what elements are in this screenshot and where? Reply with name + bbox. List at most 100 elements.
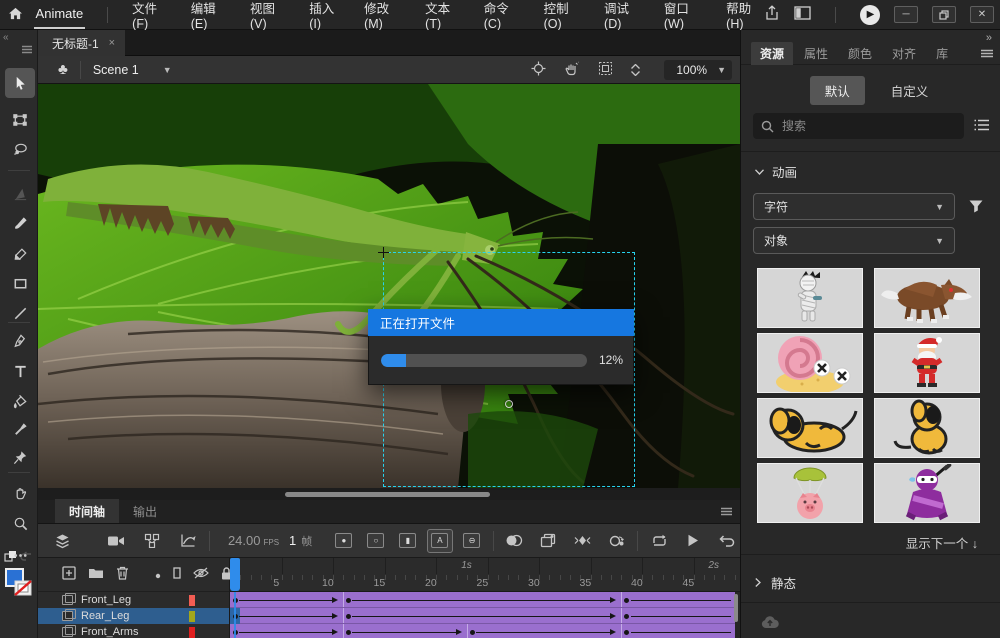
home-icon[interactable] bbox=[0, 7, 32, 23]
menu-item-插入I[interactable]: 插入(I) bbox=[309, 0, 342, 31]
insert-frame-icon[interactable]: ▮ bbox=[395, 529, 421, 553]
assets-panel-menu-icon[interactable] bbox=[981, 47, 993, 61]
toolbar-menu-icon[interactable] bbox=[22, 43, 32, 57]
tween-diamond-icon[interactable] bbox=[569, 529, 595, 553]
default-presets-button[interactable]: 默认 bbox=[810, 76, 865, 105]
panel-tab-资源[interactable]: 资源 bbox=[751, 42, 793, 65]
fluid-brush-tool[interactable] bbox=[9, 182, 31, 204]
line-tool[interactable] bbox=[9, 302, 31, 324]
menu-item-文件F[interactable]: 文件(F) bbox=[132, 0, 169, 31]
menu-item-窗口W[interactable]: 窗口(W) bbox=[664, 0, 704, 31]
upload-cloud-icon[interactable] bbox=[761, 615, 779, 632]
outline-dot-icon[interactable] bbox=[155, 568, 161, 582]
search-input[interactable] bbox=[782, 119, 922, 133]
share-icon[interactable] bbox=[764, 5, 780, 24]
remove-frame-icon[interactable]: ⊖ bbox=[459, 529, 485, 553]
panel-tab-颜色[interactable]: 颜色 bbox=[839, 42, 881, 65]
menu-item-帮助H[interactable]: 帮助(H) bbox=[726, 0, 764, 31]
asset-mummy-thumbnail[interactable] bbox=[757, 268, 863, 328]
layers-icon[interactable] bbox=[50, 529, 76, 553]
menu-item-文本T[interactable]: 文本(T) bbox=[425, 0, 462, 31]
document-tab[interactable]: 无标题-1 × bbox=[38, 30, 125, 56]
tab-close-icon[interactable]: × bbox=[109, 37, 115, 49]
text-tool[interactable] bbox=[9, 360, 31, 382]
fill-stroke-swatches[interactable] bbox=[5, 568, 33, 601]
center-stage-icon[interactable] bbox=[531, 61, 546, 79]
keyframe-dot[interactable] bbox=[624, 598, 629, 603]
play-icon[interactable] bbox=[680, 529, 706, 553]
asset-werewolf-thumbnail[interactable] bbox=[874, 268, 980, 328]
menu-item-调试D[interactable]: 调试(D) bbox=[604, 0, 642, 31]
asset-warp-tool[interactable] bbox=[9, 446, 31, 468]
animation-section-header[interactable]: 动画 bbox=[755, 162, 797, 181]
frames-vertical-scrollbar[interactable] bbox=[734, 594, 738, 622]
custom-presets-button[interactable]: 自定义 bbox=[887, 76, 933, 105]
stage-horizontal-scrollbar[interactable] bbox=[285, 492, 490, 497]
hollow-keyframe-icon[interactable]: ○ bbox=[363, 529, 389, 553]
layer-outline-color[interactable] bbox=[189, 611, 195, 622]
static-section-header[interactable]: 静态 bbox=[755, 573, 796, 592]
asset-pig-parachute-thumbnail[interactable] bbox=[757, 463, 863, 523]
hide-all-icon[interactable] bbox=[193, 567, 209, 582]
asset-santa-thumbnail[interactable] bbox=[874, 333, 980, 393]
delete-layer-icon[interactable] bbox=[116, 566, 129, 583]
pen-tool[interactable] bbox=[9, 330, 31, 352]
paint-bucket-tool[interactable] bbox=[9, 390, 31, 412]
playhead[interactable] bbox=[230, 558, 240, 591]
layer-outline-color[interactable] bbox=[189, 627, 195, 638]
collapse-panel-icon[interactable]: « bbox=[3, 32, 9, 43]
close-button[interactable]: ✕ bbox=[970, 6, 994, 23]
brush-tool[interactable] bbox=[9, 212, 31, 234]
auto-keyframe-icon[interactable]: A bbox=[427, 529, 453, 553]
zoom-tool[interactable] bbox=[9, 512, 31, 534]
rectangle-tool[interactable] bbox=[9, 272, 31, 294]
menu-item-编辑E[interactable]: 编辑(E) bbox=[191, 0, 228, 31]
frames-panel[interactable]: 510152025303540451s2s bbox=[230, 558, 740, 638]
parenting-icon[interactable] bbox=[139, 529, 165, 553]
add-layer-icon[interactable] bbox=[62, 566, 76, 583]
stage-canvas[interactable]: 正在打开文件 12% bbox=[38, 84, 740, 500]
keyframe-dot[interactable] bbox=[470, 630, 475, 635]
frame-rate[interactable]: 24.00FPS bbox=[228, 533, 279, 548]
free-transform-tool[interactable] bbox=[9, 108, 31, 130]
outline-rect-icon[interactable] bbox=[173, 567, 181, 582]
asset-snail-thumbnail[interactable] bbox=[757, 333, 863, 393]
keyframe-dot[interactable] bbox=[346, 598, 351, 603]
tween-circle-icon[interactable] bbox=[603, 529, 629, 553]
filter-icon[interactable] bbox=[965, 193, 987, 220]
panel-tab-库[interactable]: 库 bbox=[927, 42, 957, 65]
transform-point-icon[interactable] bbox=[505, 400, 513, 408]
zoom-level-dropdown[interactable]: 100% ▼ bbox=[664, 60, 732, 80]
track-row-Front_Arms[interactable] bbox=[230, 624, 735, 638]
rotation-hand-icon[interactable] bbox=[564, 61, 580, 79]
layer-row-Rear_Leg[interactable]: Rear_Leg bbox=[38, 608, 229, 624]
layer-row-Front_Leg[interactable]: Front_Leg bbox=[38, 592, 229, 608]
menu-item-修改M[interactable]: 修改(M) bbox=[364, 0, 403, 31]
keyframe-dot[interactable] bbox=[624, 630, 629, 635]
more-options-tool[interactable] bbox=[9, 544, 31, 566]
edit-multiple-frames-icon[interactable] bbox=[535, 529, 561, 553]
panel-tab-属性[interactable]: 属性 bbox=[795, 42, 837, 65]
layer-row-Front_Arms[interactable]: Front_Arms bbox=[38, 624, 229, 638]
show-next-link[interactable]: 显示下一个 ↓ bbox=[906, 533, 978, 552]
dialog-title[interactable]: 正在打开文件 bbox=[368, 309, 634, 336]
keyframe-dot[interactable] bbox=[346, 614, 351, 619]
character-dropdown[interactable]: 字符 ▼ bbox=[753, 193, 955, 220]
eraser-tool[interactable] bbox=[9, 242, 31, 264]
quick-share-play-icon[interactable]: ▶ bbox=[860, 5, 880, 25]
layer-outline-color[interactable] bbox=[189, 595, 195, 606]
workspace-layout-icon[interactable] bbox=[794, 6, 811, 23]
keyframe-icon[interactable]: ● bbox=[331, 529, 357, 553]
onion-skin-icon[interactable] bbox=[501, 529, 527, 553]
symbol-club-icon[interactable]: ♣ bbox=[58, 61, 68, 78]
menu-item-控制O[interactable]: 控制(O) bbox=[544, 0, 582, 31]
list-view-icon[interactable] bbox=[974, 119, 989, 134]
keyframe-dot[interactable] bbox=[624, 614, 629, 619]
zoom-stepper-icon[interactable] bbox=[631, 64, 640, 76]
loop-icon[interactable] bbox=[646, 529, 672, 553]
menu-item-命令C[interactable]: 命令(C) bbox=[484, 0, 522, 31]
asset-dog-lying-thumbnail[interactable] bbox=[757, 398, 863, 458]
object-dropdown[interactable]: 对象 ▼ bbox=[753, 227, 955, 254]
track-row-Front_Leg[interactable] bbox=[230, 592, 735, 608]
minimize-button[interactable]: ─ bbox=[894, 6, 918, 23]
